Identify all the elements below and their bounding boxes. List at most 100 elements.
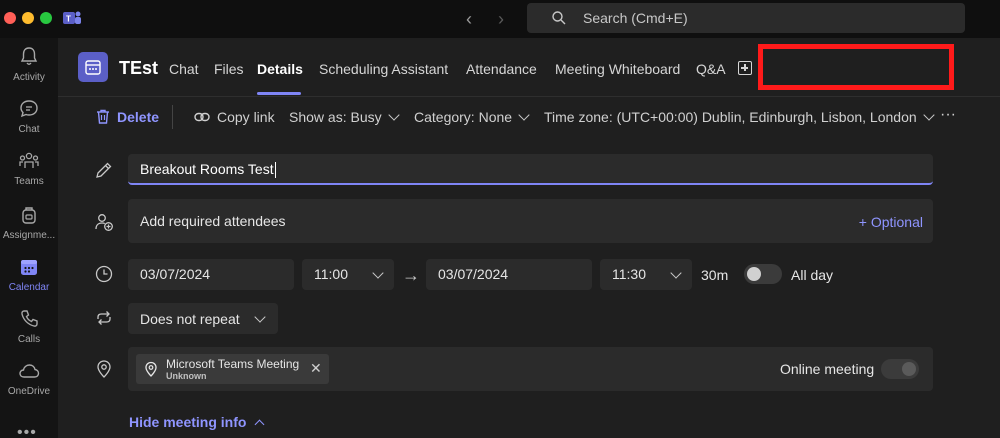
all-day-toggle[interactable] bbox=[744, 264, 782, 284]
text-caret bbox=[274, 162, 276, 179]
rail-item-calls[interactable]: Calls bbox=[0, 308, 58, 358]
delete-button[interactable]: Delete bbox=[96, 109, 159, 125]
back-arrow-icon[interactable]: ‹ bbox=[466, 9, 472, 30]
start-time-dropdown[interactable]: 11:00 bbox=[302, 259, 394, 290]
close-window-button[interactable] bbox=[4, 12, 16, 24]
show-as-label: Show as: Busy bbox=[289, 109, 382, 125]
toggle-knob bbox=[902, 362, 916, 376]
hide-meeting-info-link[interactable]: Hide meeting info bbox=[129, 414, 265, 430]
end-date-value: 03/07/2024 bbox=[438, 266, 509, 282]
arrow-right-icon: → bbox=[402, 265, 420, 285]
toolbar-divider bbox=[172, 105, 173, 129]
tab-files[interactable]: Files bbox=[214, 61, 244, 77]
search-icon bbox=[552, 11, 566, 25]
meeting-title-input[interactable]: Breakout Rooms Test bbox=[128, 154, 933, 185]
rail-label: Calendar bbox=[8, 282, 50, 293]
location-chip-title: Microsoft Teams Meeting bbox=[166, 357, 300, 371]
backpack-icon bbox=[22, 207, 36, 224]
rail-label: Calls bbox=[17, 334, 41, 345]
meeting-header: TEst Chat Files Details Scheduling Assis… bbox=[58, 38, 1000, 96]
chat-icon bbox=[20, 100, 38, 118]
category-dropdown[interactable]: Category: None bbox=[414, 109, 530, 125]
add-tab-icon[interactable] bbox=[738, 61, 752, 75]
rail-item-assignments[interactable]: Assignme... bbox=[0, 204, 58, 254]
teams-icon bbox=[19, 152, 39, 168]
meeting-title-value: Breakout Rooms Test bbox=[140, 161, 274, 177]
timezone-dropdown[interactable]: Time zone: (UTC+00:00) Dublin, Edinburgh… bbox=[544, 109, 935, 125]
rail-item-chat[interactable]: Chat bbox=[0, 98, 58, 148]
toggle-knob bbox=[747, 267, 761, 281]
rail-label: Activity bbox=[13, 72, 45, 83]
location-chip[interactable]: Microsoft Teams Meeting Unknown ✕ bbox=[136, 354, 329, 384]
calendar-icon bbox=[21, 260, 37, 275]
rail-label: Assignme... bbox=[2, 230, 56, 241]
timezone-value: (UTC+00:00) Dublin, Edinburgh, Lisbon, L… bbox=[616, 109, 917, 125]
online-meeting-label: Online meeting bbox=[780, 361, 875, 377]
left-rail: Activity Chat Teams Assignme... Calendar… bbox=[0, 38, 58, 438]
chevron-up-icon bbox=[255, 419, 265, 430]
tab-scheduling-assistant[interactable]: Scheduling Assistant bbox=[319, 61, 448, 77]
phone-icon bbox=[21, 310, 38, 327]
rail-item-calendar[interactable]: Calendar bbox=[0, 256, 58, 306]
active-tab-indicator bbox=[257, 92, 301, 95]
timezone-label: Time zone: bbox=[544, 109, 613, 125]
rail-label: Chat bbox=[18, 124, 40, 135]
delete-label: Delete bbox=[117, 109, 160, 125]
show-as-dropdown[interactable]: Show as: Busy bbox=[289, 109, 400, 125]
more-apps-icon[interactable]: ••• bbox=[17, 424, 37, 438]
copy-link-button[interactable]: Copy link bbox=[194, 109, 275, 125]
location-pin-icon bbox=[145, 361, 157, 377]
online-meeting-toggle[interactable] bbox=[881, 359, 919, 379]
repeat-icon bbox=[97, 311, 111, 325]
rail-item-activity[interactable]: Activity bbox=[0, 46, 58, 96]
tab-details[interactable]: Details bbox=[257, 61, 303, 77]
category-label: Category: None bbox=[414, 109, 513, 125]
bell-icon bbox=[20, 47, 38, 65]
chevron-down-icon bbox=[254, 311, 266, 323]
attendees-placeholder: Add required attendees bbox=[140, 213, 286, 229]
trash-icon bbox=[97, 109, 109, 124]
svg-text:T: T bbox=[66, 15, 71, 24]
rail-item-teams[interactable]: Teams bbox=[0, 150, 58, 200]
repeat-dropdown[interactable]: Does not repeat bbox=[128, 303, 278, 334]
end-date-picker[interactable]: 03/07/2024 bbox=[426, 259, 592, 290]
meeting-title: TEst bbox=[119, 58, 159, 78]
close-icon[interactable]: ✕ bbox=[310, 360, 322, 377]
repeat-value: Does not repeat bbox=[140, 311, 240, 327]
rail-item-onedrive[interactable]: OneDrive bbox=[0, 360, 58, 410]
meeting-calendar-badge bbox=[78, 52, 108, 82]
tab-meeting-whiteboard[interactable]: Meeting Whiteboard bbox=[555, 61, 680, 77]
hide-meeting-info-label: Hide meeting info bbox=[129, 414, 247, 430]
chevron-down-icon bbox=[922, 109, 935, 121]
chevron-down-icon bbox=[518, 109, 530, 121]
tab-attendance[interactable]: Attendance bbox=[466, 61, 537, 77]
teams-logo-icon: T bbox=[63, 11, 81, 24]
location-pin-icon bbox=[97, 360, 111, 378]
copy-link-label: Copy link bbox=[217, 109, 275, 125]
cloud-icon bbox=[19, 364, 40, 378]
minimize-window-button[interactable] bbox=[22, 12, 34, 24]
tab-qa[interactable]: Q&A bbox=[696, 61, 726, 77]
add-optional-attendees-link[interactable]: + Optional bbox=[859, 214, 923, 230]
title-bar: T ‹ › Search (Cmd+E) bbox=[0, 0, 1000, 38]
chevron-down-icon bbox=[387, 109, 400, 121]
rail-label: OneDrive bbox=[7, 386, 51, 397]
more-options-icon[interactable]: ··· bbox=[940, 106, 956, 124]
required-attendees-input[interactable]: Add required attendees + Optional bbox=[128, 199, 933, 243]
location-input[interactable]: Microsoft Teams Meeting Unknown ✕ Online… bbox=[128, 347, 933, 391]
add-person-icon bbox=[95, 214, 113, 231]
start-date-value: 03/07/2024 bbox=[140, 266, 211, 282]
start-date-picker[interactable]: 03/07/2024 bbox=[128, 259, 294, 290]
calendar-icon bbox=[85, 60, 101, 75]
meeting-toolbar: Delete Copy link Show as: Busy Category:… bbox=[58, 96, 1000, 136]
end-time-dropdown[interactable]: 11:30 bbox=[600, 259, 692, 290]
chevron-down-icon bbox=[372, 267, 384, 279]
link-icon bbox=[194, 112, 210, 122]
search-input[interactable]: Search (Cmd+E) bbox=[527, 3, 965, 33]
zoom-window-button[interactable] bbox=[40, 12, 52, 24]
pencil-icon bbox=[96, 162, 112, 178]
forward-arrow-icon[interactable]: › bbox=[498, 9, 504, 30]
redaction-box bbox=[758, 44, 954, 90]
all-day-label: All day bbox=[791, 267, 834, 283]
tab-chat[interactable]: Chat bbox=[169, 61, 199, 77]
